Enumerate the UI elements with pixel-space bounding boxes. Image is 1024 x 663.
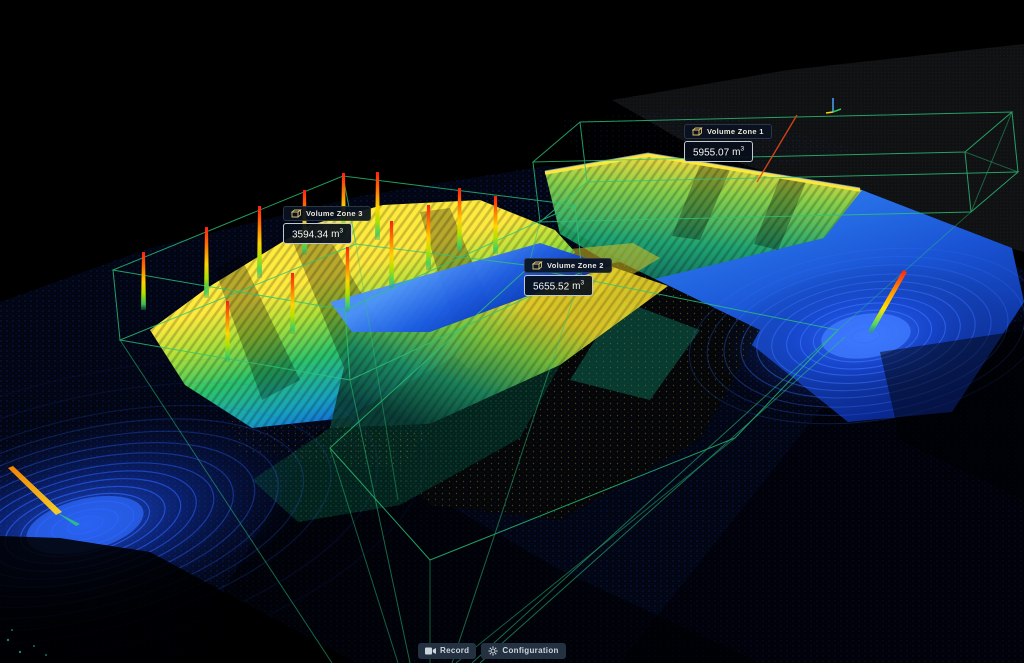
volume-zone2-value: 5655.52m3: [524, 275, 593, 296]
volume-zone3-label[interactable]: Volume Zone 3 3594.34m3: [283, 206, 371, 244]
volume-zone2-title: Volume Zone 2: [524, 258, 612, 273]
volume-zone3-value: 3594.34m3: [283, 223, 352, 244]
volume-zone1-value: 5955.07m3: [684, 141, 753, 162]
zone-label-text: Volume Zone 3: [306, 209, 363, 218]
volume-zone3-title: Volume Zone 3: [283, 206, 371, 221]
cube-icon: [532, 261, 543, 270]
configuration-button[interactable]: Configuration: [481, 643, 565, 659]
record-button[interactable]: Record: [418, 643, 476, 659]
cube-icon: [291, 209, 302, 218]
viewer-stage: Volume Zone 1 5955.07m3 Volume Zone 2 56…: [0, 0, 1024, 663]
video-camera-icon: [425, 647, 436, 655]
volume-zone1-label[interactable]: Volume Zone 1 5955.07m3: [684, 124, 772, 162]
zone-label-text: Volume Zone 1: [707, 127, 764, 136]
point-cloud-viewport[interactable]: [0, 0, 1024, 663]
bottom-toolbar: Record Configuration: [418, 643, 566, 659]
cube-icon: [692, 127, 703, 136]
gear-icon: [488, 646, 498, 656]
zone-label-text: Volume Zone 2: [547, 261, 604, 270]
volume-zone2-label[interactable]: Volume Zone 2 5655.52m3: [524, 258, 612, 296]
volume-zone1-title: Volume Zone 1: [684, 124, 772, 139]
